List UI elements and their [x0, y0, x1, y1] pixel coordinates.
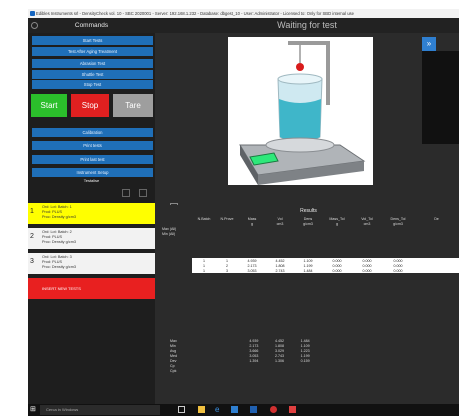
batch-line: Proc: Density g/cm3 — [42, 265, 76, 270]
cell: 0.000 — [332, 268, 342, 273]
windows-start-icon[interactable]: ⊞ — [30, 406, 37, 413]
taskbar-search[interactable]: Cerca in Windows — [40, 405, 160, 415]
cell: 1 — [203, 268, 205, 273]
batch-number: 3 — [30, 258, 34, 265]
instrument-setup-button[interactable]: Instrument Setup — [32, 168, 153, 177]
status-header: Waiting for test — [155, 18, 459, 33]
file-explorer-icon[interactable] — [198, 406, 205, 413]
batch-number: 2 — [30, 233, 34, 240]
side-panel — [422, 51, 459, 144]
stat-label: Cpk — [170, 368, 177, 373]
stop-test-button[interactable]: Stop Test — [32, 80, 153, 89]
edge-icon[interactable]: e — [215, 406, 222, 414]
results-header-table: N.Batch N.Prove Mass Vol Dens Mass_Tol V… — [158, 216, 459, 236]
cell: 0.000 — [362, 268, 372, 273]
start-tests-button[interactable]: Start Tests — [32, 36, 153, 45]
section-label: Testalise — [83, 178, 100, 183]
store-icon[interactable] — [231, 406, 238, 413]
abrasion-test-button[interactable]: Abrasion Test — [32, 59, 153, 68]
aging-test-button[interactable]: Test After Aging Treatment — [32, 47, 153, 56]
batch-number: 1 — [30, 208, 34, 215]
cell: 1.484 — [303, 268, 313, 273]
start-button[interactable]: Start — [31, 94, 67, 117]
batch-item[interactable]: 2 Ord: Lot: Batch: 2 Prod: PLUS Proc: De… — [28, 228, 155, 249]
delete-icon[interactable] — [139, 189, 147, 197]
tare-button[interactable]: Tare — [113, 94, 153, 117]
commands-header: Commands — [28, 18, 155, 33]
cell: 3 — [226, 268, 228, 273]
insert-new-tests-button[interactable]: INSERT NEW TESTS — [28, 278, 155, 299]
cell: 3.053 — [247, 268, 257, 273]
batch-line: Proc: Density g/cm3 — [42, 215, 76, 220]
density-balance-icon — [239, 41, 366, 185]
results-title: Results — [300, 208, 317, 214]
calibration-button[interactable]: Calibration — [32, 128, 153, 137]
window-title: Edibles Instruments srl - DensityCheck v… — [28, 9, 459, 18]
print-tests-button[interactable]: Print tests — [32, 141, 153, 150]
stop-button[interactable]: Stop — [71, 94, 109, 117]
balance-illustration — [228, 37, 373, 185]
cell: 0.000 — [393, 268, 403, 273]
app-taskbar-icon[interactable] — [270, 406, 277, 413]
back-icon[interactable] — [31, 22, 38, 29]
results-data-table: 1 1 4.939 4.452 1.109 0.000 0.000 0.000 … — [158, 258, 459, 273]
batch-item[interactable]: 3 Ord: Lot: Batch: 3 Prod: PLUS Proc: De… — [28, 253, 155, 274]
batch-line: Proc: Density g/cm3 — [42, 240, 76, 245]
task-view-icon[interactable] — [178, 406, 185, 413]
outlook-icon[interactable] — [250, 406, 257, 413]
shuttle-test-button[interactable]: Shuttle Test — [32, 70, 153, 79]
densitycheck-taskbar-icon[interactable] — [289, 406, 296, 413]
expand-panel-icon[interactable]: » — [422, 37, 436, 51]
table-row[interactable]: 1 3 3.053 2.743 1.484 0.000 0.000 0.000 — [158, 268, 459, 273]
batch-item[interactable]: 1 Ord: Lot: Batch: 1 Prod: PLUS Proc: De… — [28, 203, 155, 224]
export-icon[interactable] — [122, 189, 130, 197]
cell: 2.743 — [275, 268, 285, 273]
stats-table: Max 4.939 4.452 1.484 Min 2.173 1.808 1.109 Av… — [158, 338, 318, 373]
print-last-test-button[interactable]: Print last test — [32, 155, 153, 164]
row-label: Min (All) — [162, 231, 176, 236]
app-icon — [30, 11, 35, 16]
